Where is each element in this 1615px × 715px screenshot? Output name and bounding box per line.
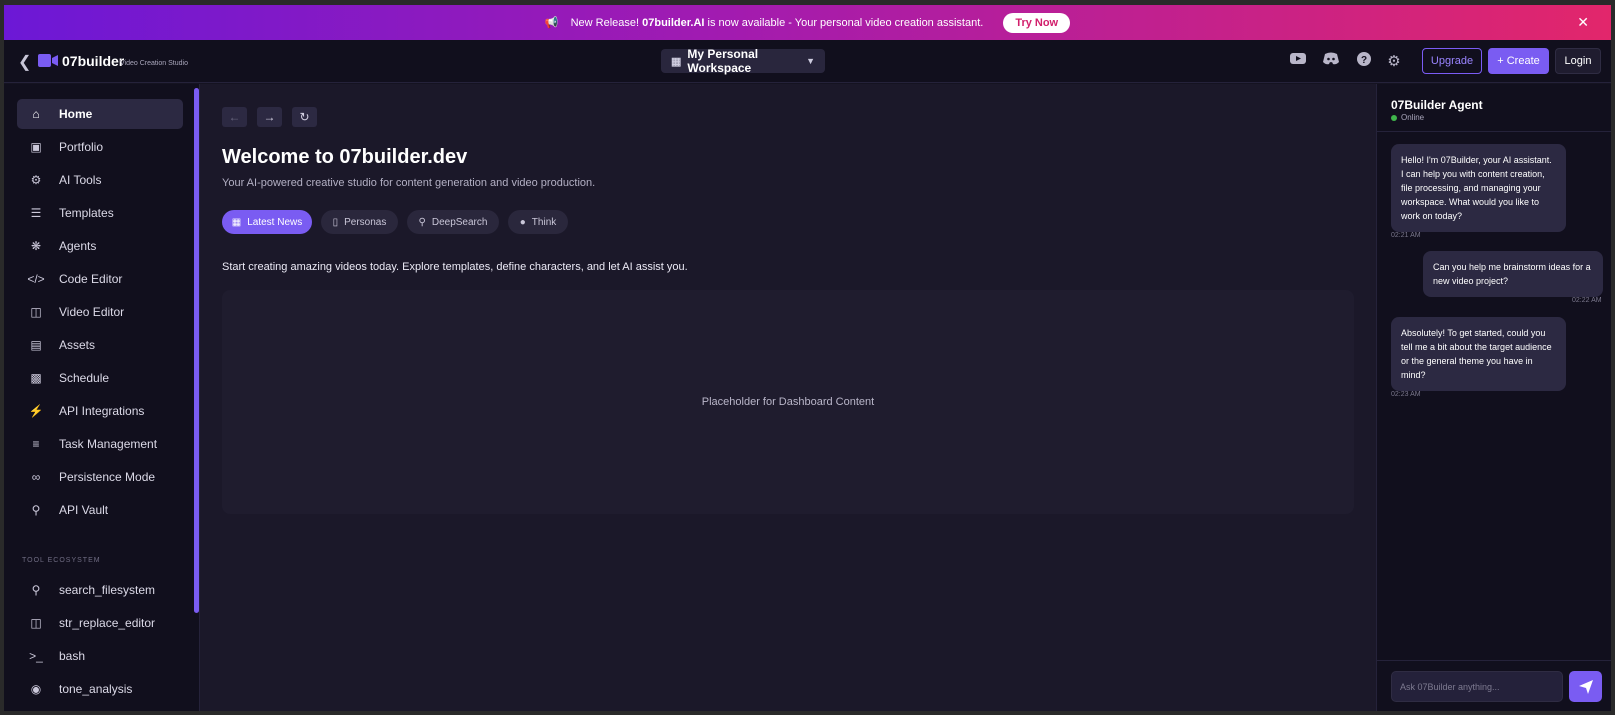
sidebar-item-code-editor[interactable]: </> Code Editor <box>17 264 183 294</box>
user-message: Can you help me brainstorm ideas for a n… <box>1423 251 1603 297</box>
film-icon: ◫ <box>30 305 42 319</box>
sidebar-item-ai-tools[interactable]: ⚙ AI Tools <box>17 165 183 195</box>
paper-plane-icon <box>1578 679 1593 694</box>
back-arrow-icon[interactable]: ← <box>222 107 247 127</box>
page-title: Welcome to 07builder.dev <box>222 146 468 168</box>
logo-text[interactable]: 07builder <box>62 53 124 69</box>
sidebar: ⌂ Home ▣ Portfolio ⚙ AI Tools ☰ Template… <box>4 84 200 711</box>
video-camera-icon <box>38 54 58 67</box>
sidebar-item-assets[interactable]: ▤ Assets <box>17 330 183 360</box>
forward-arrow-icon[interactable]: → <box>257 107 282 127</box>
banner-text: New Release! 07builder.AI is now availab… <box>570 16 984 29</box>
newspaper-icon: ▦ <box>231 216 242 228</box>
workspace-selector[interactable]: ▦ My Personal Workspace ▼ <box>661 47 825 75</box>
tasks-icon: ≡ <box>32 437 40 451</box>
agent-message: Absolutely! To get started, could you te… <box>1391 317 1566 391</box>
sidebar-item-agents[interactable]: ❋ Agents <box>17 231 183 261</box>
tool-ecosystem-heading: TOOL ECOSYSTEM <box>22 557 101 564</box>
back-chevron-icon[interactable]: ❮ <box>18 52 31 72</box>
sidebar-item-schedule[interactable]: ▩ Schedule <box>17 363 183 393</box>
chevron-down-icon: ▼ <box>806 56 815 66</box>
search-icon: ⚲ <box>31 583 41 597</box>
divider <box>1377 660 1611 661</box>
main-content: ← → ↻ Welcome to 07builder.dev Your AI-p… <box>200 84 1376 711</box>
file-code-icon: ◫ <box>30 616 42 630</box>
sidebar-item-video-editor[interactable]: ◫ Video Editor <box>17 297 183 327</box>
message-time: 02:23 AM <box>1391 391 1421 398</box>
home-icon: ⌂ <box>32 107 40 121</box>
sidebar-item-task-management[interactable]: ≡ Task Management <box>17 429 183 459</box>
tab-latest-news[interactable]: ▦ Latest News <box>222 210 312 234</box>
tool-str-replace-editor[interactable]: ◫ str_replace_editor <box>17 608 183 638</box>
layers-icon: ☰ <box>30 206 42 220</box>
lightbulb-icon: ● <box>519 216 526 228</box>
sidebar-item-home[interactable]: ⌂ Home <box>17 99 183 129</box>
workspace-label: My Personal Workspace <box>687 47 759 75</box>
send-button[interactable] <box>1569 671 1602 702</box>
close-icon[interactable]: ✕ <box>1577 14 1589 31</box>
sidebar-scrollbar[interactable] <box>194 88 199 613</box>
tab-think[interactable]: ● Think <box>508 210 568 234</box>
youtube-icon[interactable] <box>1289 52 1307 70</box>
sidebar-item-api-integrations[interactable]: ⚡ API Integrations <box>17 396 183 426</box>
agent-status: Online <box>1391 113 1424 122</box>
sidebar-item-persistence-mode[interactable]: ∞ Persistence Mode <box>17 462 183 492</box>
sidebar-item-portfolio[interactable]: ▣ Portfolio <box>17 132 183 162</box>
terminal-icon: >_ <box>29 649 43 663</box>
tool-tone-analysis[interactable]: ◉ tone_analysis <box>17 674 183 704</box>
page-subtitle: Your AI-powered creative studio for cont… <box>222 177 596 189</box>
logo-subtitle: Video Creation Studio <box>120 60 188 67</box>
upgrade-button[interactable]: Upgrade <box>1422 48 1482 74</box>
try-now-button[interactable]: Try Now <box>1003 12 1071 33</box>
briefcase-icon: ▣ <box>30 140 42 154</box>
sidebar-item-api-vault[interactable]: ⚲ API Vault <box>17 495 183 525</box>
robot-icon: ⚙ <box>30 173 42 187</box>
agent-message: Hello! I'm 07Builder, your AI assistant.… <box>1391 144 1566 232</box>
comment-icon: ◉ <box>30 682 42 696</box>
tab-deepsearch[interactable]: ⚲ DeepSearch <box>407 210 499 234</box>
id-badge-icon: ▯ <box>332 216 339 228</box>
archive-icon: ▤ <box>30 338 42 352</box>
tool-bash[interactable]: >_ bash <box>17 641 183 671</box>
help-icon[interactable]: ? <box>1355 52 1373 70</box>
agent-name: 07Builder Agent <box>1391 98 1483 112</box>
brain-icon: ❋ <box>30 239 42 253</box>
announcement-banner: 📢 New Release! 07builder.AI is now avail… <box>4 5 1611 40</box>
agent-chat-panel: 07Builder Agent Online Hello! I'm 07Buil… <box>1376 84 1611 711</box>
infinity-icon: ∞ <box>31 470 41 484</box>
building-icon: ▦ <box>671 55 682 68</box>
online-dot-icon <box>1391 114 1397 121</box>
tab-personas[interactable]: ▯ Personas <box>321 210 398 234</box>
message-time: 02:22 AM <box>1572 297 1602 304</box>
app-window: 📢 New Release! 07builder.AI is now avail… <box>0 0 1615 715</box>
dashboard-placeholder: Placeholder for Dashboard Content <box>222 290 1354 514</box>
tool-search-filesystem[interactable]: ⚲ search_filesystem <box>17 575 183 605</box>
intro-text: Start creating amazing videos today. Exp… <box>222 261 688 273</box>
code-icon: </> <box>27 272 45 286</box>
refresh-icon[interactable]: ↻ <box>292 107 317 127</box>
divider <box>1377 131 1611 132</box>
top-header: ❮ 07builder Video Creation Studio ▦ My P… <box>4 40 1611 83</box>
plug-icon: ⚡ <box>28 404 44 418</box>
sidebar-item-templates[interactable]: ☰ Templates <box>17 198 183 228</box>
create-button[interactable]: + Create <box>1488 48 1549 74</box>
chat-input[interactable] <box>1391 671 1563 702</box>
key-icon: ⚲ <box>31 503 41 517</box>
search-icon: ⚲ <box>418 216 426 228</box>
svg-text:?: ? <box>1361 55 1367 66</box>
discord-icon[interactable] <box>1322 52 1340 70</box>
gear-icon[interactable]: ⚙ <box>1385 52 1403 70</box>
login-button[interactable]: Login <box>1555 48 1601 74</box>
megaphone-icon: 📢 <box>544 17 559 29</box>
message-time: 02:21 AM <box>1391 232 1421 239</box>
calendar-icon: ▩ <box>30 371 42 385</box>
